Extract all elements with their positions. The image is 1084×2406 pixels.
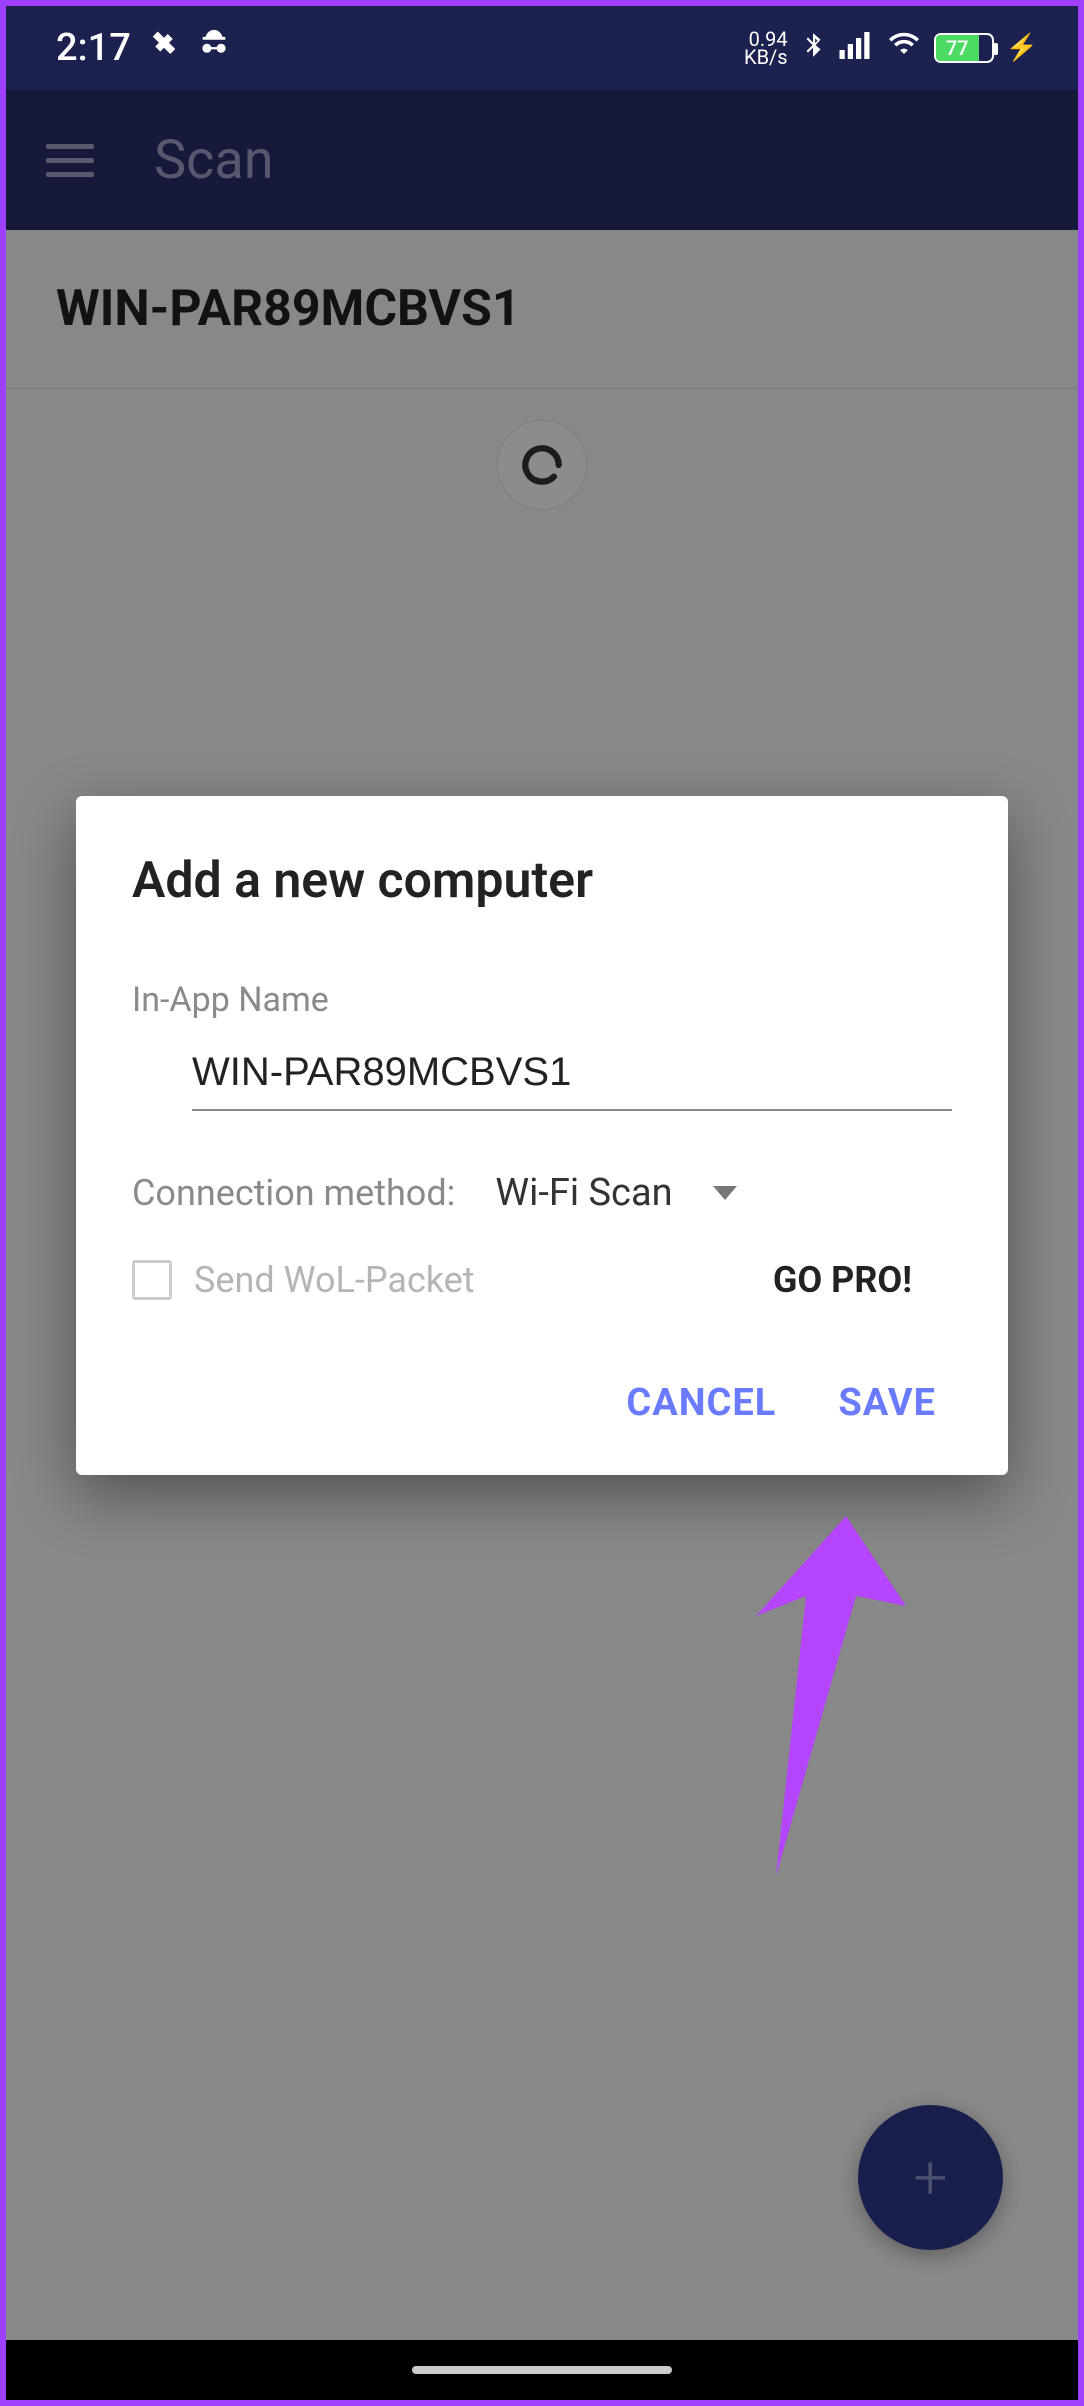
name-field-label: In-App Name: [132, 980, 952, 1020]
bluetooth-icon: [800, 27, 826, 69]
speed-unit: KB/s: [744, 48, 788, 66]
network-speed: 0.94 KB/s: [744, 30, 788, 66]
name-input[interactable]: [192, 1050, 952, 1095]
connection-method-label: Connection method:: [132, 1172, 455, 1214]
save-button[interactable]: SAVE: [832, 1371, 942, 1435]
wifi-icon: [886, 29, 922, 67]
status-time: 2:17: [56, 26, 131, 70]
go-pro-button[interactable]: GO PRO!: [773, 1259, 912, 1301]
connection-method-row: Connection method: Wi-Fi Scan: [132, 1171, 952, 1215]
cancel-button[interactable]: CANCEL: [620, 1371, 782, 1435]
battery-icon: 77: [934, 33, 994, 63]
name-input-wrap[interactable]: [192, 1040, 952, 1111]
status-right: 0.94 KB/s 77 ⚡: [744, 27, 1038, 69]
dialog-title: Add a new computer: [132, 852, 952, 910]
battery-percent: 77: [946, 36, 969, 60]
cellular-signal-icon: [838, 29, 874, 67]
connection-method-value: Wi-Fi Scan: [495, 1171, 672, 1215]
add-computer-dialog: Add a new computer In-App Name Connectio…: [76, 796, 1008, 1475]
chevron-down-icon: [713, 1186, 737, 1200]
dialog-actions: CANCEL SAVE: [132, 1371, 952, 1435]
tools-icon: [149, 29, 179, 67]
wol-row: Send WoL-Packet GO PRO!: [132, 1259, 952, 1301]
status-left: 2:17: [56, 26, 231, 70]
status-bar: 2:17 0.94 KB/s 77 ⚡: [6, 6, 1078, 90]
wol-checkbox[interactable]: [132, 1260, 172, 1300]
charging-icon: ⚡: [1006, 33, 1038, 63]
incognito-icon: [197, 27, 231, 69]
connection-method-dropdown[interactable]: Wi-Fi Scan: [495, 1171, 736, 1215]
nav-handle[interactable]: [412, 2366, 672, 2374]
wol-label: Send WoL-Packet: [194, 1259, 475, 1301]
system-nav-bar: [6, 2340, 1078, 2400]
